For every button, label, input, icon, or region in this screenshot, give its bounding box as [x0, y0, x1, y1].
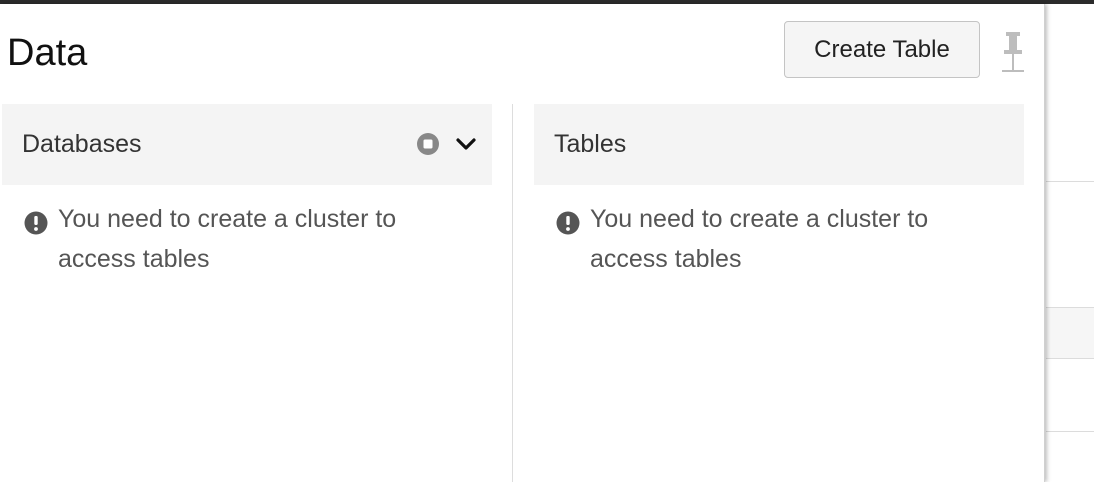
databases-label: Databases: [22, 130, 142, 158]
background-divider: [1046, 431, 1094, 432]
stop-circle-icon[interactable]: [416, 132, 440, 156]
data-panel: Data Create Table Databases You need to …: [0, 4, 1045, 482]
column-divider: [512, 104, 513, 482]
tables-label: Tables: [554, 130, 627, 158]
tables-empty-message: You need to create a cluster to access t…: [534, 199, 1024, 279]
background-row: [1046, 307, 1094, 359]
background-page: [1046, 4, 1094, 482]
pin-icon[interactable]: [1002, 30, 1024, 74]
databases-header-actions: [416, 132, 478, 156]
databases-message-text: You need to create a cluster to access t…: [58, 205, 397, 273]
tables-header: Tables: [534, 104, 1024, 185]
chevron-down-icon[interactable]: [454, 132, 478, 156]
databases-empty-message: You need to create a cluster to access t…: [2, 199, 492, 279]
tables-message-text: You need to create a cluster to access t…: [590, 205, 929, 273]
databases-header: Databases: [2, 104, 492, 185]
page-title: Data: [7, 32, 88, 74]
create-table-button[interactable]: Create Table: [784, 21, 980, 78]
tables-column: Tables You need to create a cluster to a…: [534, 104, 1024, 279]
background-divider: [1046, 181, 1094, 182]
exclamation-circle-icon: [556, 207, 580, 235]
exclamation-circle-icon: [24, 207, 48, 235]
databases-column: Databases You need to create a cluster t…: [2, 104, 492, 279]
